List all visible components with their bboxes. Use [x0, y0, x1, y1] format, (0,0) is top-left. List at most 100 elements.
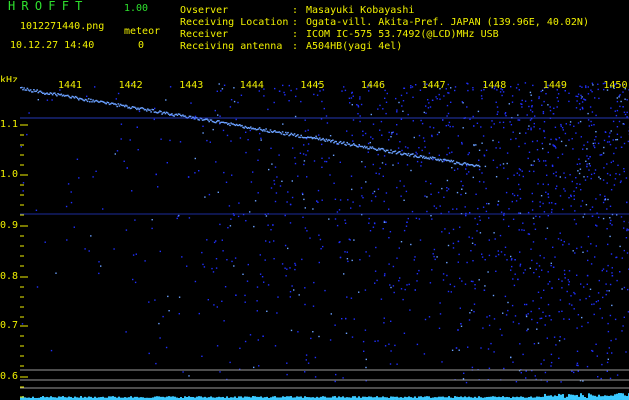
noise-dot [76, 158, 79, 160]
noise-dot [597, 376, 599, 378]
noise-dot [441, 187, 443, 190]
drift-trace-dot [418, 156, 421, 158]
noise-dot [518, 89, 520, 91]
drift-trace-dot [286, 133, 288, 135]
drift-trace-dot [21, 86, 23, 89]
drift-trace-dot [289, 134, 291, 136]
drift-trace-dot [430, 157, 433, 160]
y-tick-0-7: 0.7 [0, 320, 19, 331]
noise-dot [382, 175, 384, 177]
drift-trace-dot [378, 147, 380, 150]
noise-dot [475, 193, 477, 195]
noise-dot [537, 183, 539, 185]
noise-dot [249, 211, 251, 213]
noise-dot [294, 268, 296, 271]
noise-dot [458, 253, 460, 256]
location-value: Ogata-vill. Akita-Pref. JAPAN (139.96E, … [306, 17, 589, 28]
noise-dot [410, 169, 412, 172]
noise-dot [214, 109, 216, 112]
noise-dot [420, 161, 423, 163]
noise-dot [589, 106, 592, 108]
noise-dot [162, 315, 164, 318]
noise-dot [273, 179, 275, 182]
noise-dot [451, 167, 453, 169]
noise-dot [462, 102, 464, 104]
noise-dot [530, 248, 532, 250]
noise-dot [493, 351, 495, 353]
noise-dot [390, 133, 393, 135]
baseline-band [592, 395, 594, 400]
noise-dot [65, 205, 68, 208]
noise-dot [536, 328, 538, 330]
baseline-band [414, 396, 416, 400]
baseline-band [442, 396, 444, 400]
noise-dot [123, 160, 125, 162]
noise-dot [457, 261, 459, 263]
noise-dot [257, 339, 259, 341]
noise-dot [265, 215, 268, 217]
noise-dot [560, 123, 562, 126]
noise-dot [564, 277, 566, 279]
baseline-band [32, 396, 34, 400]
noise-dot [508, 225, 510, 227]
noise-dot [279, 185, 282, 187]
noise-dot [616, 138, 619, 141]
drift-trace-dot [390, 149, 392, 151]
noise-dot [550, 361, 553, 364]
noise-dot [431, 269, 433, 271]
noise-dot [558, 278, 560, 280]
noise-dot [513, 194, 516, 197]
noise-dot [504, 113, 506, 115]
noise-dot [98, 261, 100, 263]
noise-dot [221, 239, 223, 241]
noise-dot [590, 124, 593, 126]
baseline-band [282, 396, 284, 400]
noise-dot [92, 176, 94, 178]
noise-dot [493, 318, 496, 320]
noise-dot [448, 92, 450, 94]
noise-dot [533, 343, 536, 345]
noise-dot [497, 204, 499, 206]
noise-dot [556, 185, 558, 187]
noise-dot [209, 141, 211, 143]
noise-dot [620, 100, 622, 103]
drift-trace-dot [454, 163, 457, 165]
noise-dot [515, 200, 518, 202]
noise-dot [244, 301, 246, 303]
noise-dot [470, 309, 473, 311]
noise-dot [539, 201, 541, 203]
noise-dot [336, 224, 339, 227]
noise-dot [499, 147, 501, 149]
baseline-band [544, 393, 546, 400]
noise-dot [136, 126, 138, 128]
noise-dot [227, 227, 229, 229]
noise-dot [496, 113, 498, 115]
noise-dot [611, 272, 613, 274]
noise-dot [460, 323, 462, 325]
noise-dot [488, 203, 490, 205]
noise-dot [448, 121, 451, 124]
drift-trace-dot [437, 158, 439, 160]
noise-dot [304, 303, 306, 306]
noise-dot [437, 191, 440, 194]
noise-dot [499, 121, 501, 124]
noise-dot [527, 328, 529, 330]
observer-label: Ovserver [180, 5, 229, 16]
noise-dot [367, 151, 369, 153]
drift-trace-dot [337, 143, 340, 145]
noise-dot [580, 246, 583, 248]
noise-dot [314, 376, 317, 378]
noise-dot [543, 130, 545, 133]
plot-background [0, 82, 629, 400]
drift-trace-dot [438, 159, 440, 162]
y-tick-1-0: 1.0 [0, 169, 19, 180]
noise-dot [22, 182, 25, 184]
noise-dot [278, 90, 281, 92]
noise-dot [539, 216, 541, 218]
noise-dot [169, 86, 172, 88]
noise-dot [302, 216, 304, 218]
noise-dot [578, 172, 581, 175]
noise-dot [476, 223, 479, 225]
noise-dot [273, 258, 275, 260]
noise-dot [573, 190, 575, 192]
